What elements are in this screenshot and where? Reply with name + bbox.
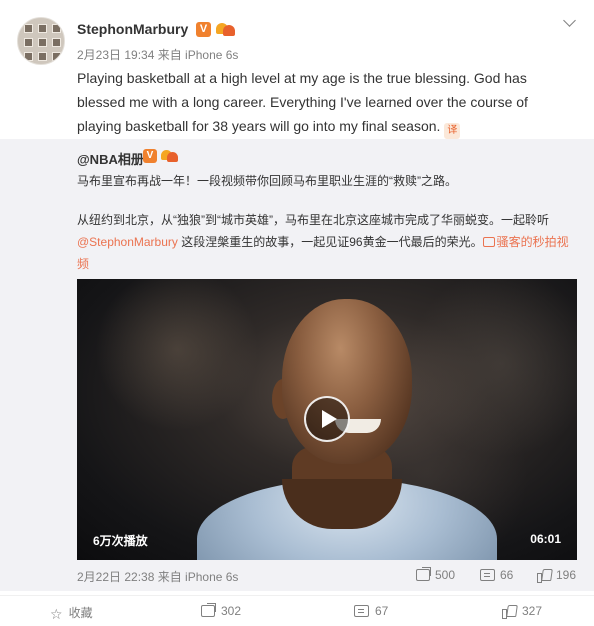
like-icon: [502, 604, 516, 619]
share-icon: [416, 567, 431, 581]
avatar-pattern: [24, 52, 33, 61]
star-icon: ☆: [50, 606, 63, 622]
video-duration: 06:01: [530, 532, 561, 546]
post-meta: 2月23日 19:34 来自 iPhone 6s: [77, 48, 239, 62]
repost-comment-count: 66: [500, 568, 514, 582]
member-icon[interactable]: [216, 21, 236, 37]
share-count: 302: [221, 604, 242, 618]
video-player[interactable]: 6万次播放 06:01: [77, 279, 577, 560]
comment-count: 67: [375, 604, 389, 618]
weibo-post-card: StephonMarbury V 2月23日 19:34 来自 iPhone 6…: [0, 0, 594, 626]
avatar-pattern: [52, 38, 61, 47]
play-icon[interactable]: [304, 396, 350, 442]
favorite-button[interactable]: ☆ 收藏: [50, 604, 93, 623]
avatar-pattern: [38, 52, 47, 61]
repost-text-part: 从纽约到北京，从“独狼”到“城市英雄”，马布里在北京这座城市完成了华丽蜕变。一起…: [77, 213, 549, 227]
repost-text-line: 马布里宣布再战一年！一段视频带你回顾马布里职业生涯的“救赎”之路。: [77, 174, 457, 188]
member-icon-part: [223, 25, 235, 36]
like-button[interactable]: 327: [502, 604, 543, 619]
mention-link[interactable]: @StephonMarbury: [77, 235, 178, 249]
verified-icon: V: [143, 149, 157, 163]
video-play-count: 6万次播放: [93, 534, 148, 548]
avatar[interactable]: [17, 17, 65, 65]
like-icon: [537, 568, 551, 583]
repost-share-count: 500: [435, 568, 456, 582]
member-icon-part: [167, 152, 178, 162]
repost-meta: 2月22日 22:38 来自 iPhone 6s: [77, 570, 239, 584]
avatar-pattern: [52, 24, 61, 33]
post-text: Playing basketball at a high level at my…: [77, 66, 557, 139]
repost-like-button[interactable]: 196: [537, 568, 577, 583]
verified-icon: V: [196, 22, 211, 37]
comment-button[interactable]: 67: [354, 604, 388, 618]
share-icon: [201, 603, 216, 617]
post-body: Playing basketball at a high level at my…: [77, 70, 528, 134]
comment-icon: [354, 605, 369, 617]
favorite-label: 收藏: [68, 606, 93, 620]
chevron-down-icon[interactable]: [562, 14, 578, 30]
video-link-icon: [482, 237, 495, 247]
repost-username[interactable]: @NBA相册: [77, 149, 144, 168]
share-button[interactable]: 302: [201, 603, 242, 618]
member-icon[interactable]: [161, 149, 179, 164]
repost-text-part: 这段涅槃重生的故事，一起见证96黄金一代最后的荣光。: [177, 235, 483, 249]
avatar-pattern: [24, 38, 33, 47]
like-count: 327: [522, 604, 543, 618]
avatar-pattern: [52, 52, 61, 61]
avatar-pattern: [24, 24, 33, 33]
repost-like-count: 196: [556, 568, 577, 582]
avatar-pattern: [38, 38, 47, 47]
repost-comment-button[interactable]: 66: [480, 568, 513, 582]
comment-icon: [480, 569, 495, 581]
translate-icon[interactable]: 译: [444, 123, 461, 139]
username[interactable]: StephonMarbury: [77, 21, 188, 37]
repost-text-body: 从纽约到北京，从“独狼”到“城市英雄”，马布里在北京这座城市完成了华丽蜕变。一起…: [77, 209, 580, 275]
repost-block: @NBA相册 V 马布里宣布再战一年！一段视频带你回顾马布里职业生涯的“救赎”之…: [0, 139, 594, 591]
avatar-pattern: [38, 24, 47, 33]
repost-share-button[interactable]: 500: [416, 567, 456, 582]
action-bar: ☆ 收藏 302 67 327: [0, 595, 594, 626]
video-frame-head: [282, 299, 412, 464]
